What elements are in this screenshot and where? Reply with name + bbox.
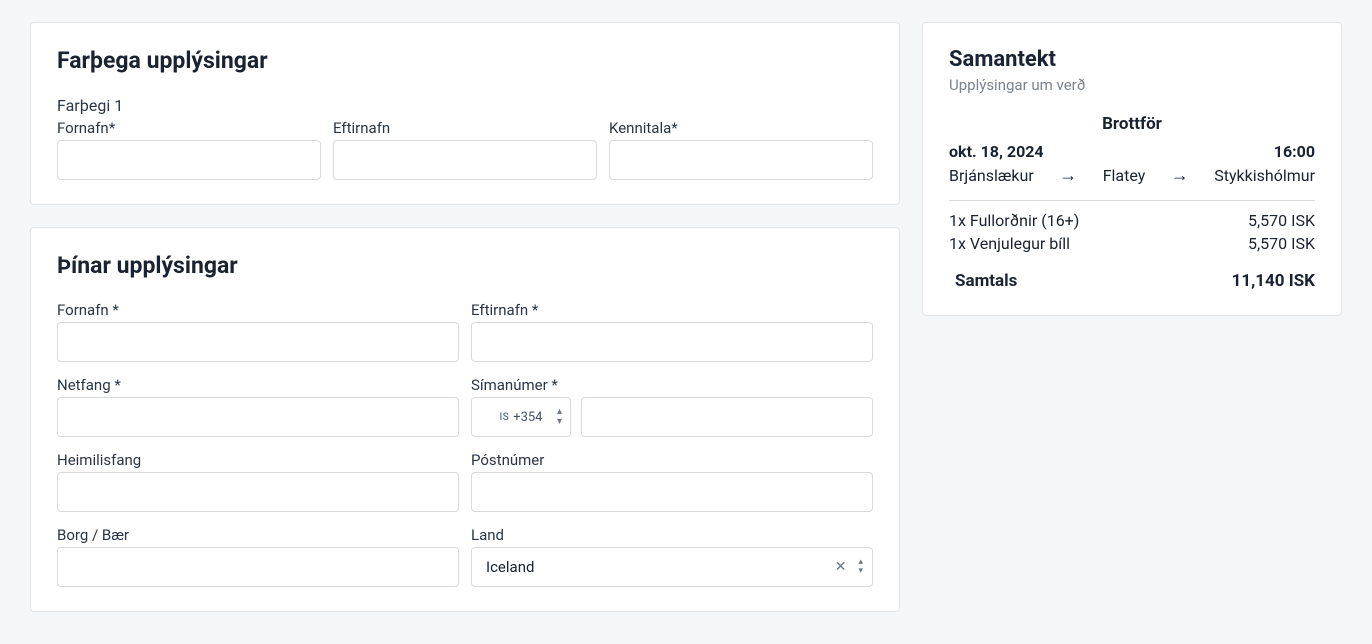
address-input[interactable] [57, 472, 459, 512]
country-select-value: Iceland [471, 547, 873, 587]
summary-card: Samantekt Upplýsingar um verð Brottför o… [922, 22, 1342, 316]
city-input[interactable] [57, 547, 459, 587]
address-label: Heimilisfang [57, 451, 459, 469]
line-item-label: 1x Fullorðnir (16+) [949, 211, 1079, 230]
passenger-number-label: Farþegi 1 [57, 96, 873, 115]
passenger-firstname-input[interactable] [57, 140, 321, 180]
chevron-updown-icon[interactable]: ▴▾ [858, 558, 863, 576]
arrow-right-icon: → [1171, 165, 1189, 186]
line-item: 1x Venjulegur bíll 5,570 ISK [949, 234, 1315, 253]
your-info-card: Þínar upplýsingar Fornafn * Eftirnafn * … [30, 227, 900, 612]
country-label: Land [471, 526, 873, 544]
lastname-label: Eftirnafn * [471, 301, 873, 319]
route-to: Stykkishólmur [1214, 166, 1315, 185]
lastname-field: Eftirnafn * [471, 301, 873, 362]
passenger-info-title: Farþega upplýsingar [57, 47, 873, 74]
total-label: Samtals [955, 271, 1017, 291]
chevron-updown-icon: ▴▾ [557, 407, 562, 427]
line-item: 1x Fullorðnir (16+) 5,570 ISK [949, 211, 1315, 230]
firstname-label: Fornafn * [57, 301, 459, 319]
address-field: Heimilisfang [57, 451, 459, 512]
passenger-lastname-label: Eftirnafn [333, 119, 597, 137]
departure-time: 16:00 [1274, 142, 1315, 161]
phone-flag-label: IS [500, 412, 510, 423]
passenger-ssn-label: Kennitala* [609, 119, 873, 137]
postcode-input[interactable] [471, 472, 873, 512]
passenger-ssn-input[interactable] [609, 140, 873, 180]
country-field: Land Iceland ✕ ▴▾ [471, 526, 873, 587]
divider [949, 200, 1315, 201]
departure-date: okt. 18, 2024 [949, 142, 1044, 161]
phone-label: Símanúmer * [471, 376, 873, 394]
phone-field: Símanúmer * IS +354 ▴▾ [471, 376, 873, 437]
line-item-price: 5,570 ISK [1248, 234, 1315, 253]
firstname-field: Fornafn * [57, 301, 459, 362]
passenger-firstname-label: Fornafn* [57, 119, 321, 137]
route-row: Brjánslækur → Flatey → Stykkishólmur [949, 165, 1315, 186]
email-field: Netfang * [57, 376, 459, 437]
route-mid: Flatey [1103, 166, 1146, 185]
postcode-label: Póstnúmer [471, 451, 873, 469]
summary-title: Samantekt [949, 47, 1315, 72]
passenger-ssn-field: Kennitala* [609, 119, 873, 180]
phone-number-input[interactable] [581, 397, 873, 437]
route-from: Brjánslækur [949, 166, 1034, 185]
summary-subtitle: Upplýsingar um verð [949, 76, 1315, 94]
clear-icon[interactable]: ✕ [835, 559, 847, 575]
city-label: Borg / Bær [57, 526, 459, 544]
phone-code-text: +354 [513, 410, 542, 425]
total-row: Samtals 11,140 ISK [949, 271, 1315, 291]
lastname-input[interactable] [471, 322, 873, 362]
postcode-field: Póstnúmer [471, 451, 873, 512]
passenger-lastname-input[interactable] [333, 140, 597, 180]
country-select[interactable]: Iceland ✕ ▴▾ [471, 547, 873, 587]
passenger-firstname-field: Fornafn* [57, 119, 321, 180]
departure-header: Brottför [949, 114, 1315, 134]
passenger-info-card: Farþega upplýsingar Farþegi 1 Fornafn* E… [30, 22, 900, 205]
total-price: 11,140 ISK [1232, 271, 1315, 291]
city-field: Borg / Bær [57, 526, 459, 587]
firstname-input[interactable] [57, 322, 459, 362]
email-label: Netfang * [57, 376, 459, 394]
line-item-label: 1x Venjulegur bíll [949, 234, 1070, 253]
arrow-right-icon: → [1059, 165, 1077, 186]
phone-country-code-select[interactable]: IS +354 ▴▾ [471, 397, 571, 437]
your-info-title: Þínar upplýsingar [57, 252, 873, 279]
line-item-price: 5,570 ISK [1248, 211, 1315, 230]
email-input[interactable] [57, 397, 459, 437]
passenger-lastname-field: Eftirnafn [333, 119, 597, 180]
